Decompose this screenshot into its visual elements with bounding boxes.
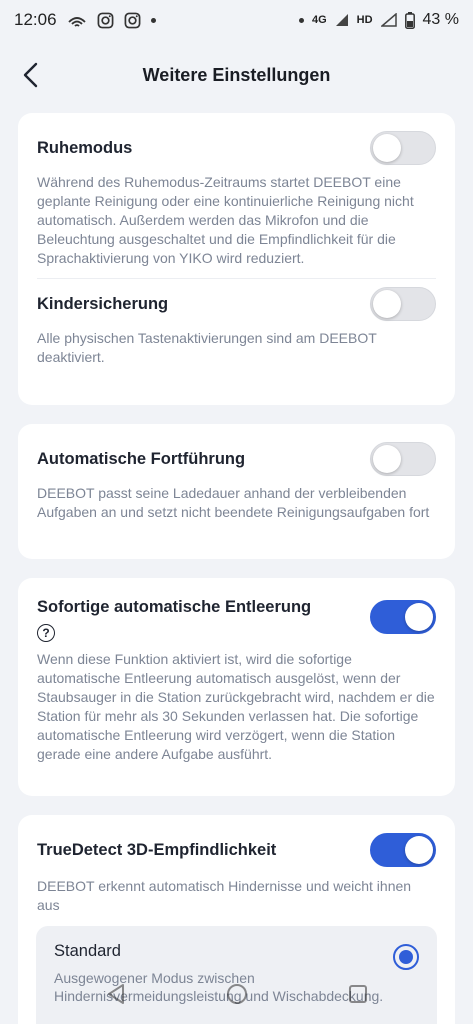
setting-description: DEEBOT erkennt automatisch Hindernisse u… <box>37 878 412 913</box>
option-title: Standard <box>54 942 121 960</box>
setting-description: DEEBOT passt seine Ladedauer anhand der … <box>37 485 430 520</box>
battery-icon <box>404 11 415 29</box>
notification-dot-icon <box>150 17 156 23</box>
nav-home-button[interactable] <box>224 981 250 1007</box>
square-recents-icon <box>348 985 367 1003</box>
instagram-icon <box>124 12 141 29</box>
chevron-left-icon <box>23 62 38 88</box>
ruhemodus-toggle[interactable] <box>370 131 436 165</box>
notification-dot-icon <box>298 17 304 23</box>
nav-recents-button[interactable] <box>345 981 371 1007</box>
divider <box>37 278 436 279</box>
card-auto-resume: Automatische Fortführung DEEBOT passt se… <box>18 424 455 559</box>
setting-description: Wenn diese Funktion aktiviert ist, wird … <box>37 651 435 762</box>
system-nav-bar <box>0 970 473 1018</box>
kindersicherung-toggle[interactable] <box>370 287 436 321</box>
setting-description: Während des Ruhemodus-Zeitraums startet … <box>37 174 414 266</box>
back-button[interactable] <box>14 58 48 92</box>
fortfuehrung-toggle[interactable] <box>370 442 436 476</box>
help-icon[interactable]: ? <box>37 624 55 642</box>
instagram-icon <box>97 12 114 29</box>
status-bar: 12:06 4G HD 43 % <box>0 0 473 40</box>
card-quiet-mode: Ruhemodus Während des Ruhemodus-Zeitraum… <box>18 113 455 405</box>
setting-truedetect: TrueDetect 3D-Empfindlichkeit DEEBOT erk… <box>37 833 436 915</box>
app-header: Weitere Einstellungen <box>0 52 473 98</box>
hd-badge: HD <box>356 14 373 26</box>
setting-fortfuehrung: Automatische Fortführung DEEBOT passt se… <box>37 442 436 522</box>
status-time: 12:06 <box>14 10 57 29</box>
signal-strength-icon <box>380 13 397 27</box>
setting-ruhemodus: Ruhemodus Während des Ruhemodus-Zeitraum… <box>37 131 436 268</box>
option-radio[interactable] <box>393 944 419 970</box>
battery-percent: 43 % <box>422 11 459 28</box>
signal-type: 4G <box>311 14 327 26</box>
setting-kindersicherung: Kindersicherung Alle physischen Tastenak… <box>37 287 436 367</box>
triangle-back-icon <box>107 984 124 1004</box>
card-auto-empty: Sofortige automatische Entleerung ? Wenn… <box>18 578 455 796</box>
nav-back-button[interactable] <box>103 981 129 1007</box>
circle-home-icon <box>226 984 247 1004</box>
truedetect-toggle[interactable] <box>370 833 436 867</box>
page-title: Weitere Einstellungen <box>142 64 331 85</box>
entleerung-toggle[interactable] <box>370 600 436 634</box>
setting-description: Alle physischen Tastenaktivierungen sind… <box>37 330 377 365</box>
signal-icon <box>335 13 349 27</box>
cast-icon <box>67 12 87 28</box>
setting-entleerung: Sofortige automatische Entleerung ? Wenn… <box>37 596 436 764</box>
